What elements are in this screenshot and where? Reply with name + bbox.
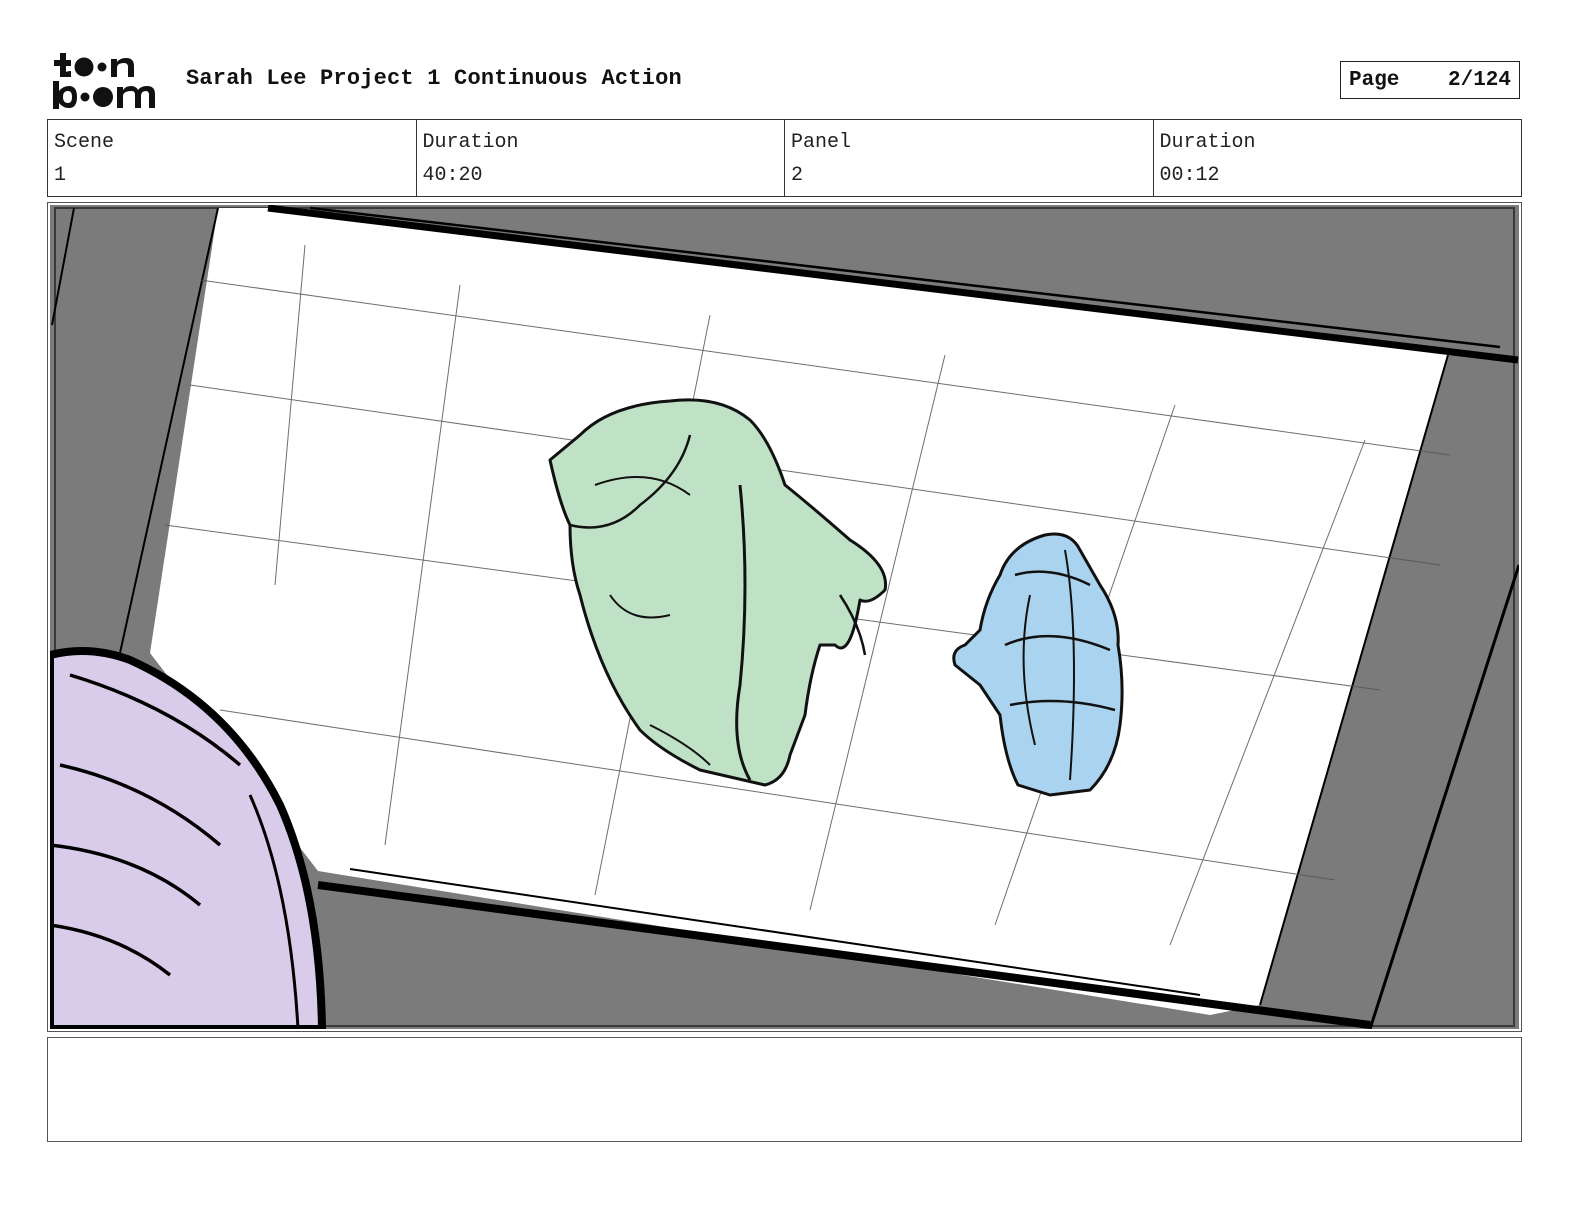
- scene-label: Scene: [54, 131, 115, 154]
- scene-duration-label: Duration: [422, 131, 519, 154]
- scene-duration-cell: Duration 40:20: [417, 120, 785, 196]
- scene-cell: Scene 1: [48, 120, 417, 196]
- panel-cell: Panel 2: [785, 120, 1154, 196]
- page-indicator: Page 2/124: [1340, 61, 1520, 99]
- panel-notes-box[interactable]: [47, 1037, 1522, 1142]
- page-label: Page: [1349, 68, 1400, 92]
- panel-label: Panel: [791, 131, 852, 154]
- project-title: Sarah Lee Project 1 Continuous Action: [186, 66, 682, 91]
- toonboom-logo: [50, 50, 168, 112]
- scene-duration-value: 40:20: [422, 164, 483, 187]
- page-number: 2/124: [1447, 68, 1511, 92]
- scene-value: 1: [54, 164, 67, 187]
- panel-duration-cell: Duration 00:12: [1154, 120, 1522, 196]
- panel-duration-value: 00:12: [1159, 164, 1220, 187]
- scene-info-table: Scene 1 Duration 40:20 Panel 2 Duration …: [47, 119, 1522, 197]
- panel-value: 2: [791, 164, 804, 187]
- panel-duration-label: Duration: [1159, 131, 1256, 154]
- storyboard-page: Sarah Lee Project 1 Continuous Action Pa…: [0, 0, 1584, 1224]
- storyboard-panel-drawing: [50, 205, 1519, 1029]
